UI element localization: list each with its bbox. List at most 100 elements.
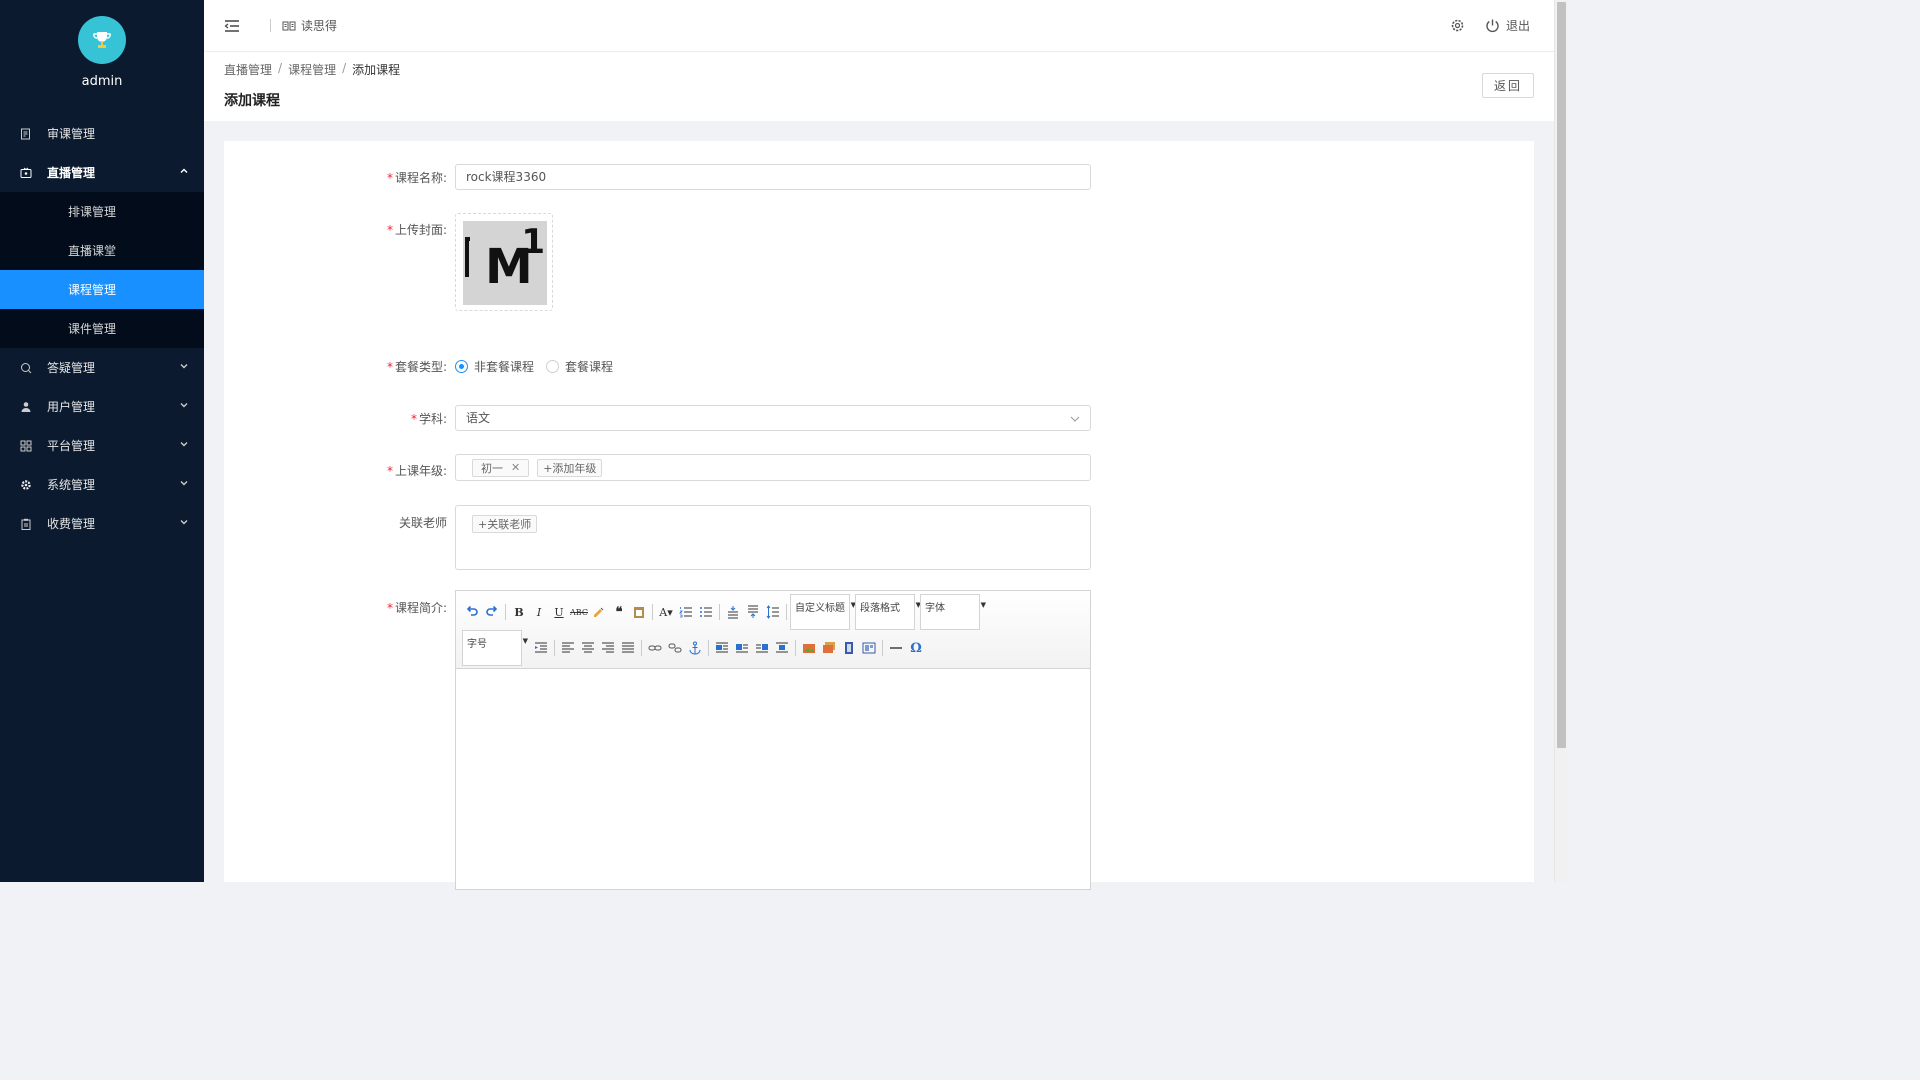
custom-title-select[interactable]: 自定义标题 ▼ [790, 594, 856, 630]
editor-content-area[interactable] [456, 669, 1090, 889]
grade-tag: 初一 ✕ [472, 458, 530, 477]
font-size-select[interactable]: 字号 ▼ [462, 630, 528, 666]
subject-select[interactable]: 语文 [455, 405, 1091, 431]
redo-icon[interactable] [482, 602, 502, 622]
align-left-icon[interactable] [558, 638, 578, 658]
horizontal-rule-icon[interactable] [886, 638, 906, 658]
sidebar-item-qa[interactable]: 答疑管理 [0, 348, 204, 387]
strikethrough-icon[interactable]: ABC [569, 602, 589, 622]
trophy-icon [93, 32, 111, 48]
line-height-icon[interactable] [763, 602, 783, 622]
insert-video-icon[interactable] [839, 638, 859, 658]
anchor-icon[interactable] [685, 638, 705, 658]
font-color-icon[interactable]: A▾ [656, 602, 676, 622]
radio-package[interactable]: 套餐课程 [546, 358, 613, 375]
align-right-icon[interactable] [598, 638, 618, 658]
toolbar-separator [652, 604, 653, 620]
image-float-none-icon[interactable] [712, 638, 732, 658]
multi-image-icon[interactable] [819, 638, 839, 658]
cover-thumbnail: M 1 [463, 221, 547, 305]
image-float-right-icon[interactable] [752, 638, 772, 658]
user-icon [20, 401, 32, 413]
radio-label: 非套餐课程 [474, 359, 535, 374]
menu-fold-icon[interactable] [224, 18, 240, 34]
radio-dot [546, 359, 560, 373]
align-justify-icon[interactable] [618, 638, 638, 658]
chevron-down-icon [180, 403, 188, 408]
paragraph-select[interactable]: 段落格式 ▼ [855, 594, 921, 630]
avatar[interactable] [78, 16, 126, 64]
cover-label-text: 上传封面: [394, 223, 447, 237]
rich-text-editor: B I U ABC ❝ A▾ 自定义标题 ▼ 段落格式 ▼ 字体 ▼ 字号 ▼ … [455, 590, 1091, 890]
undo-icon[interactable] [462, 602, 482, 622]
indent-icon[interactable] [531, 638, 551, 658]
special-char-icon[interactable]: Ω [906, 638, 926, 658]
insert-frame-icon[interactable] [859, 638, 879, 658]
thumbnail-bracket [465, 237, 470, 277]
toolbar-separator [882, 640, 883, 656]
font-family-select[interactable]: 字体 ▼ [920, 594, 986, 630]
settings-icon[interactable] [1450, 18, 1465, 33]
image-float-left-icon[interactable] [732, 638, 752, 658]
add-grade-button[interactable]: +添加年级 [537, 458, 603, 477]
page-header: 直播管理 / 课程管理 / 添加课程 添加课程 返回 [204, 52, 1554, 121]
subject-field: 语文 [455, 405, 1091, 431]
logout-button[interactable]: 退出 [1485, 17, 1530, 34]
italic-icon[interactable]: I [529, 602, 549, 622]
font-family-value: 字体 [925, 603, 945, 614]
radio-dot [455, 359, 468, 373]
paste-plain-icon[interactable] [629, 602, 649, 622]
grid-icon [20, 440, 32, 452]
sidebar-item-billing[interactable]: 收费管理 [0, 504, 204, 543]
subject-label-text: 学科: [418, 412, 447, 426]
breadcrumb-separator: / [342, 61, 347, 75]
link-icon[interactable] [645, 638, 665, 658]
row-spacing-top-icon[interactable] [723, 602, 743, 622]
quote-icon[interactable]: ❝ [609, 602, 629, 622]
radio-non-package[interactable]: 非套餐课程 [455, 358, 534, 375]
page-scrollbar[interactable] [1554, 0, 1568, 882]
cover-upload[interactable]: M 1 [455, 213, 553, 311]
sidebar-subitem-course[interactable]: 课程管理 [0, 270, 204, 309]
unordered-list-icon[interactable] [696, 602, 716, 622]
chevron-down-icon [1070, 416, 1080, 422]
subject-value: 语文 [466, 411, 491, 425]
back-button[interactable]: 返回 [1482, 73, 1534, 98]
breadcrumb-current: 添加课程 [352, 63, 401, 77]
insert-image-icon[interactable] [799, 638, 819, 658]
sidebar-item-label: 直播管理 [47, 166, 96, 180]
add-teacher-button[interactable]: +关联老师 [472, 515, 538, 533]
sidebar-subitem-live-class[interactable]: 直播课堂 [0, 231, 204, 270]
teacher-field: +关联老师 [455, 505, 1091, 570]
breadcrumb-item[interactable]: 课程管理 [288, 61, 336, 78]
sidebar-item-platform[interactable]: 平台管理 [0, 426, 204, 465]
required-mark: * [386, 223, 393, 237]
sidebar-item-system[interactable]: 系统管理 [0, 465, 204, 504]
image-center-icon[interactable] [772, 638, 792, 658]
scrollbar-thumb[interactable] [1557, 2, 1566, 748]
paragraph-value: 段落格式 [860, 603, 900, 614]
font-size-value: 字号 [467, 639, 487, 650]
thumbnail-glyph: 1 [521, 222, 545, 262]
format-brush-icon[interactable] [589, 602, 609, 622]
underline-icon[interactable]: U [549, 602, 569, 622]
close-icon[interactable]: ✕ [511, 461, 520, 474]
course-name-label: * 课程名称: [387, 169, 447, 186]
course-name-input[interactable]: rock课程3360 [455, 164, 1091, 190]
dropdown-arrow-icon: ▼ [980, 601, 986, 609]
unlink-icon[interactable] [665, 638, 685, 658]
sidebar: admin 审课管理 直播管理 排课管理 直播课堂 课程管理 课件管理 答疑管理… [0, 0, 204, 882]
page-title: 添加课程 [224, 93, 280, 109]
sidebar-subitem-schedule[interactable]: 排课管理 [0, 192, 204, 231]
sidebar-item-review[interactable]: 审课管理 [0, 114, 204, 153]
bold-icon[interactable]: B [509, 602, 529, 622]
sidebar-item-live[interactable]: 直播管理 [0, 153, 204, 192]
sidebar-item-users[interactable]: 用户管理 [0, 387, 204, 426]
row-spacing-bottom-icon[interactable] [743, 602, 763, 622]
logout-label: 退出 [1505, 19, 1530, 33]
ordered-list-icon[interactable] [676, 602, 696, 622]
radio-label: 套餐课程 [565, 359, 614, 374]
align-center-icon[interactable] [578, 638, 598, 658]
sidebar-subitem-courseware[interactable]: 课件管理 [0, 309, 204, 348]
breadcrumb-item[interactable]: 直播管理 [224, 61, 272, 78]
